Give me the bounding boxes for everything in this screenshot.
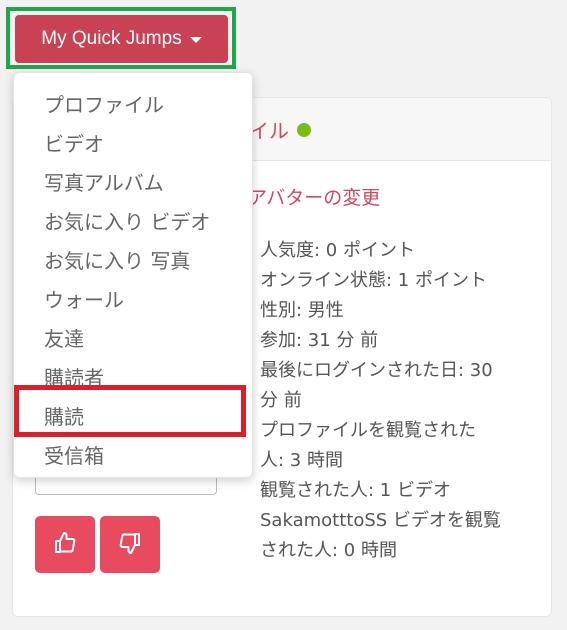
quick-jumps-button[interactable]: My Quick Jumps (15, 15, 228, 63)
dislike-button[interactable] (100, 516, 160, 573)
menu-item-favorite-videos[interactable]: お気に入り ビデオ (44, 206, 210, 235)
menu-item-videos[interactable]: ビデオ (44, 128, 104, 157)
stat-online: オンライン状態: 1 ポイント (260, 270, 487, 291)
profile-title: イル (249, 115, 311, 144)
menu-item-friends[interactable]: 友達 (44, 323, 84, 352)
menu-item-favorite-photos[interactable]: お気に入り 写真 (44, 245, 190, 274)
stat-video-views: SakamotttoSS ビデオを観覧 (260, 510, 501, 531)
menu-item-profile[interactable]: プロファイル (44, 89, 164, 118)
stat-profile-views-cont: 人: 3 時間 (260, 450, 343, 471)
stat-video-views-cont: された人: 0 時間 (260, 540, 397, 561)
subscriptions-highlight (14, 385, 246, 437)
stat-joined: 参加: 31 分 前 (260, 330, 379, 351)
quick-jumps-label: My Quick Jumps (41, 28, 182, 49)
change-avatar-link[interactable]: アバターの変更 (248, 183, 380, 210)
stat-last-login: 最後にログインされた日: 30 (260, 360, 493, 381)
menu-item-photo-albums[interactable]: 写真アルバム (44, 167, 164, 196)
stat-last-login-cont: 分 前 (260, 390, 302, 411)
profile-title-text: イル (249, 119, 289, 143)
profile-stats: 人気度: 0 ポイント オンライン状態: 1 ポイント 性別: 男性 参加: 3… (260, 236, 540, 566)
caret-down-icon (189, 37, 202, 43)
menu-item-wall[interactable]: ウォール (44, 284, 124, 313)
stat-popularity: 人気度: 0 ポイント (260, 240, 415, 261)
stat-profile-views: プロファイルを観覧された (260, 420, 476, 441)
stat-gender: 性別: 男性 (260, 300, 344, 321)
thumbs-down-icon (118, 531, 142, 558)
stat-viewed-videos: 観覧された人: 1 ビデオ (260, 480, 451, 501)
menu-item-inbox[interactable]: 受信箱 (44, 440, 104, 469)
online-status-dot-icon (297, 122, 311, 137)
thumbs-up-icon (53, 531, 77, 558)
like-button[interactable] (35, 516, 95, 573)
